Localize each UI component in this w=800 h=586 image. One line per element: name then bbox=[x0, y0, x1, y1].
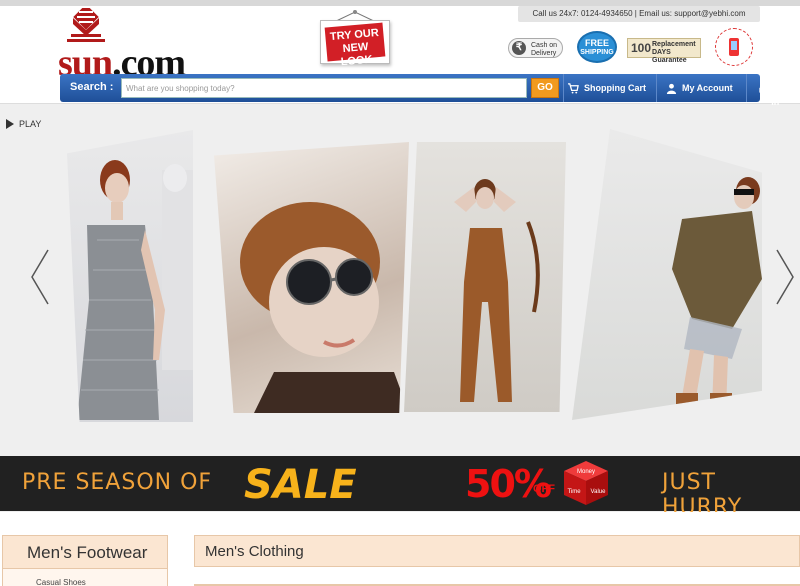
carousel-slide-1[interactable] bbox=[67, 130, 193, 422]
promo-text: TRY OUR NEW LOOK bbox=[324, 22, 386, 68]
shipping-line-2: SHIPPING bbox=[580, 49, 614, 56]
search-input[interactable] bbox=[121, 78, 527, 98]
free-shipping-badge: FREE SHIPPING bbox=[577, 31, 617, 63]
promo-board: TRY OUR NEW LOOK bbox=[320, 20, 390, 68]
mens-footwear-heading[interactable]: Men's Footwear bbox=[2, 535, 168, 569]
replacement-line-1: Replacement bbox=[652, 41, 696, 48]
cart-icon bbox=[568, 82, 579, 94]
sale-banner-sale-word: SALE bbox=[244, 462, 357, 508]
nav-separator bbox=[563, 74, 564, 102]
dice-value-label: Value bbox=[591, 489, 607, 495]
dice-time-label: Time bbox=[567, 489, 581, 495]
go-button[interactable]: GO bbox=[531, 78, 559, 98]
sale-banner-left-text: PRE SEASON OF bbox=[22, 470, 213, 495]
play-control[interactable]: PLAY bbox=[6, 119, 41, 129]
cod-line-1: Cash on bbox=[531, 42, 558, 49]
my-account-button[interactable]: My Account bbox=[666, 74, 733, 102]
play-label: PLAY bbox=[19, 119, 42, 129]
sign-in-button[interactable]: Sign In bbox=[758, 69, 794, 107]
site-logo[interactable]: sun.com bbox=[58, 8, 223, 82]
rupee-icon: ₹ bbox=[512, 41, 526, 55]
sale-banner-off: OFF bbox=[533, 483, 555, 495]
shipping-line-1: FREE bbox=[584, 38, 609, 48]
promo-line-2: NEW LOOK bbox=[340, 40, 374, 69]
search-bar: Search : GO Shopping Cart My Account Sig… bbox=[60, 69, 791, 107]
nav-separator bbox=[656, 74, 657, 102]
carousel-slide-3[interactable] bbox=[404, 142, 566, 412]
nav-separator bbox=[746, 74, 747, 102]
search-label: Search : bbox=[70, 81, 114, 93]
replacement-guarantee-badge: 100 Replacement DAYS Guarantee bbox=[627, 38, 701, 64]
cash-on-delivery-badge: ₹ Cash on Delivery bbox=[508, 38, 563, 58]
dice-money-label: Money bbox=[577, 469, 595, 475]
carousel-next-arrow-icon[interactable] bbox=[773, 248, 797, 306]
play-icon bbox=[6, 119, 14, 129]
casual-shoes-link[interactable]: Casual Shoes bbox=[2, 569, 168, 586]
dice-icon: Money Time Value bbox=[564, 461, 608, 505]
lock-icon bbox=[759, 84, 765, 93]
mobile-recharge-badge[interactable] bbox=[715, 28, 753, 66]
replacement-line-2: DAYS Guarantee bbox=[652, 49, 687, 64]
shopping-cart-label: Shopping Cart bbox=[584, 83, 646, 93]
site-header: Call us 24x7: 0124-4934650 | Email us: s… bbox=[0, 0, 800, 107]
my-account-label: My Account bbox=[682, 83, 733, 93]
carousel-prev-arrow-icon[interactable] bbox=[28, 248, 52, 306]
sale-banner[interactable]: PRE SEASON OF SALE 50% OFF JUST HURRY bbox=[0, 456, 800, 520]
cod-line-2: Delivery bbox=[531, 50, 557, 57]
model-grey-dress-image bbox=[77, 160, 193, 420]
model-brown-jumpsuit-image bbox=[454, 179, 540, 402]
model-sunglasses-image bbox=[240, 202, 409, 413]
contact-info: Call us 24x7: 0124-4934650 | Email us: s… bbox=[518, 6, 760, 22]
mobile-phone-icon bbox=[729, 38, 739, 56]
shopping-cart-button[interactable]: Shopping Cart bbox=[568, 74, 646, 102]
mens-clothing-heading[interactable]: Men's Clothing bbox=[194, 535, 800, 567]
replacement-days: 100 bbox=[631, 41, 652, 55]
new-look-promo[interactable]: TRY OUR NEW LOOK bbox=[318, 10, 392, 68]
user-icon bbox=[666, 83, 677, 94]
carousel-slide-2[interactable] bbox=[214, 142, 409, 413]
